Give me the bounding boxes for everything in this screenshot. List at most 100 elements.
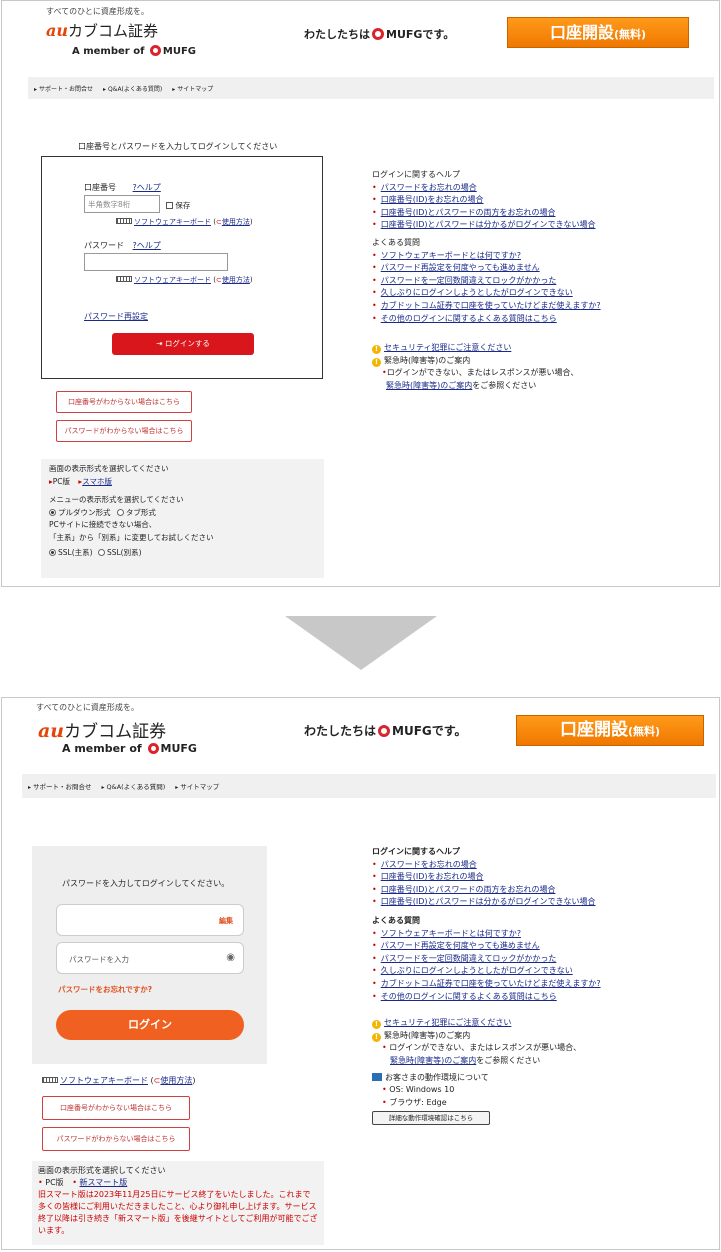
logo-au: au [46,21,68,40]
list-item[interactable]: 口座番号(ID)とパスワードの両方をお忘れの場合 [372,207,702,220]
warning-icon: ! [372,1032,381,1042]
list-item[interactable]: 口座番号(ID)とパスワードの両方をお忘れの場合 [372,884,712,897]
member-text: A member of [72,46,145,57]
account-input[interactable]: 半角数字8桁 [84,195,160,213]
list-item[interactable]: パスワード再設定を何度やっても進めません [372,940,712,953]
login-button-label: ログインする [164,339,210,348]
mufg-statement: わたしたちは MUFGです。 [304,26,454,42]
ssl-main-label: SSL(主系) [58,548,93,557]
logo[interactable]: auカブコム証券 [38,717,166,742]
env-os: • OS: Windows 10 [382,1085,455,1095]
password-reset-link[interactable]: パスワード再設定 [84,311,148,322]
password-unknown-button[interactable]: パスワードがわからない場合はこちら [56,420,192,442]
list-item[interactable]: パスワードを一定回数間違えてロックがかかった [372,953,712,966]
account-unknown-button[interactable]: 口座番号がわからない場合はこちら [42,1096,190,1120]
menu-options: プルダウン形式 タブ形式 [49,507,316,520]
password-help-link[interactable]: ?ヘルプ [133,241,161,250]
radio-tab[interactable] [116,508,124,516]
open-account-free: (無料) [613,28,647,41]
list-item[interactable]: パスワードを一定回数間違えてロックがかかった [372,275,702,288]
faq-list: ソフトウェアキーボードとは何ですか? パスワード再設定を何度やっても進めません … [372,928,712,1004]
login-button[interactable]: ログイン [56,1010,244,1040]
smartphone-option[interactable]: スマホ版 [82,477,112,486]
display-settings: 画面の表示形式を選択してください • PC版 • 新スマート版 旧スマート版は2… [32,1161,324,1245]
nav-support[interactable]: サポート・お問合せ [28,781,92,791]
env-browser: • ブラウザ: Edge [382,1097,447,1107]
software-keyboard-link[interactable]: ソフトウェアキーボード [60,1076,148,1085]
list-item[interactable]: カブドットコム証券で口座を使っていたけどまだ使えますか? [372,300,702,313]
list-item[interactable]: その他のログインに関するよくある質問はこちら [372,991,712,1004]
mufg-logo-icon [378,725,391,737]
forgot-password-link[interactable]: パスワードをお忘れですか? [58,984,152,995]
list-item[interactable]: 口座番号(ID)とパスワードは分かるがログインできない場合 [372,219,702,232]
pc-option[interactable]: PC版 [53,477,70,486]
nav-faq[interactable]: Q&A(よくある質問) [103,84,162,93]
save-checkbox[interactable]: 保存 [166,200,190,211]
pc-option[interactable]: PC版 [45,1178,63,1187]
radio-ssl-sub[interactable] [97,549,105,556]
nav-sitemap[interactable]: サイトマップ [172,84,213,93]
list-item[interactable]: パスワードをお忘れの場合 [372,182,702,195]
connect-note-1: PCサイトに接続できない場合、 [49,520,157,529]
radio-pulldown[interactable] [49,508,56,516]
password-field[interactable]: パスワードを入力 ◉ [56,942,244,974]
emergency-link-row: 緊急時(障害等)のご案内をご参照ください [386,380,537,390]
emergency-link[interactable]: 緊急時(障害等)のご案内 [390,1056,476,1065]
account-help-link[interactable]: ?ヘルプ [133,183,161,192]
emergency-heading: ! 緊急時(障害等)のご案内 [372,1030,712,1043]
ssl-options: SSL(主系) SSL(別系) [49,547,316,560]
security-notice[interactable]: ! セキュリティ犯罪にご注意ください [372,342,702,355]
software-keyboard-link[interactable]: ソフトウェアキーボード [134,276,211,284]
nav-sitemap[interactable]: サイトマップ [175,781,219,791]
emergency-note: • ログインができない、またはレスポンスが悪い場合、 [382,1043,582,1053]
account-field[interactable]: 編集 [56,904,244,936]
list-item[interactable]: 口座番号(ID)をお忘れの場合 [372,194,702,207]
list-item[interactable]: ソフトウェアキーボードとは何ですか? [372,250,702,263]
screen-options: • PC版 • 新スマート版 [38,1178,128,1187]
mufg-brand: MUFG [392,724,432,738]
account-unknown-button[interactable]: 口座番号がわからない場合はこちら [56,391,192,413]
transition-arrow-icon [285,616,437,670]
nav-support[interactable]: サポート・お問合せ [34,84,93,93]
radio-ssl-main[interactable] [49,549,56,556]
open-account-label: 口座開設 [559,720,628,740]
list-item[interactable]: 久しぶりにログインしようとしたがログインできない [372,287,702,300]
howto-link[interactable]: 使用方法 [160,1076,192,1085]
open-account-button[interactable]: 口座開設(無料) [507,17,689,48]
password-unknown-button[interactable]: パスワードがわからない場合はこちら [42,1127,190,1151]
list-item[interactable]: 久しぶりにログインしようとしたがログインできない [372,965,712,978]
edit-link[interactable]: 編集 [219,916,233,926]
faq-list: ソフトウェアキーボードとは何ですか? パスワード再設定を何度やっても進めません … [372,250,702,326]
help-column: ログインに関するヘルプ パスワードをお忘れの場合 口座番号(ID)をお忘れの場合… [372,169,702,393]
howto-link[interactable]: 使用方法 [222,276,250,284]
list-item[interactable]: 口座番号(ID)とパスワードは分かるがログインできない場合 [372,896,712,909]
emergency-link[interactable]: 緊急時(障害等)のご案内 [386,381,472,390]
security-notice[interactable]: ! セキュリティ犯罪にご注意ください [372,1017,712,1030]
mufg-suffix: です。 [422,28,455,41]
member-brand: MUFG [160,742,197,755]
login-button[interactable]: ⇥ ログインする [112,333,254,355]
list-item[interactable]: パスワードをお忘れの場合 [372,859,712,872]
list-item[interactable]: カブドットコム証券で口座を使っていたけどまだ使えますか? [372,978,712,991]
open-account-button[interactable]: 口座開設(無料) [516,715,704,746]
list-item[interactable]: 口座番号(ID)をお忘れの場合 [372,871,712,884]
software-keyboard-link[interactable]: ソフトウェアキーボード [134,218,211,226]
list-item[interactable]: パスワード再設定を何度やっても進めません [372,262,702,275]
howto-link[interactable]: 使用方法 [222,218,250,226]
pulldown-label: プルダウン形式 [58,507,111,517]
logo-name: カブコム証券 [64,722,167,742]
screen-heading: 画面の表示形式を選択してください [49,464,169,473]
software-keyboard-row: ソフトウェアキーボード (⊂使用方法) [116,217,253,227]
open-account-label: 口座開設 [549,23,614,42]
warning-icon: ! [372,345,381,355]
account-label: 口座番号 [84,183,116,192]
password-input[interactable] [84,253,228,271]
open-account-free: (無料) [627,725,661,738]
eye-icon[interactable]: ◉ [226,952,235,963]
list-item[interactable]: その他のログインに関するよくある質問はこちら [372,313,702,326]
env-detail-button[interactable]: 詳細な動作環境確認はこちら [372,1111,490,1126]
list-item[interactable]: ソフトウェアキーボードとは何ですか? [372,928,712,941]
smartphone-option[interactable]: 新スマート版 [80,1178,128,1187]
logo[interactable]: auカブコム証券 [46,20,158,41]
nav-faq[interactable]: Q&A(よくある質問) [102,781,166,791]
